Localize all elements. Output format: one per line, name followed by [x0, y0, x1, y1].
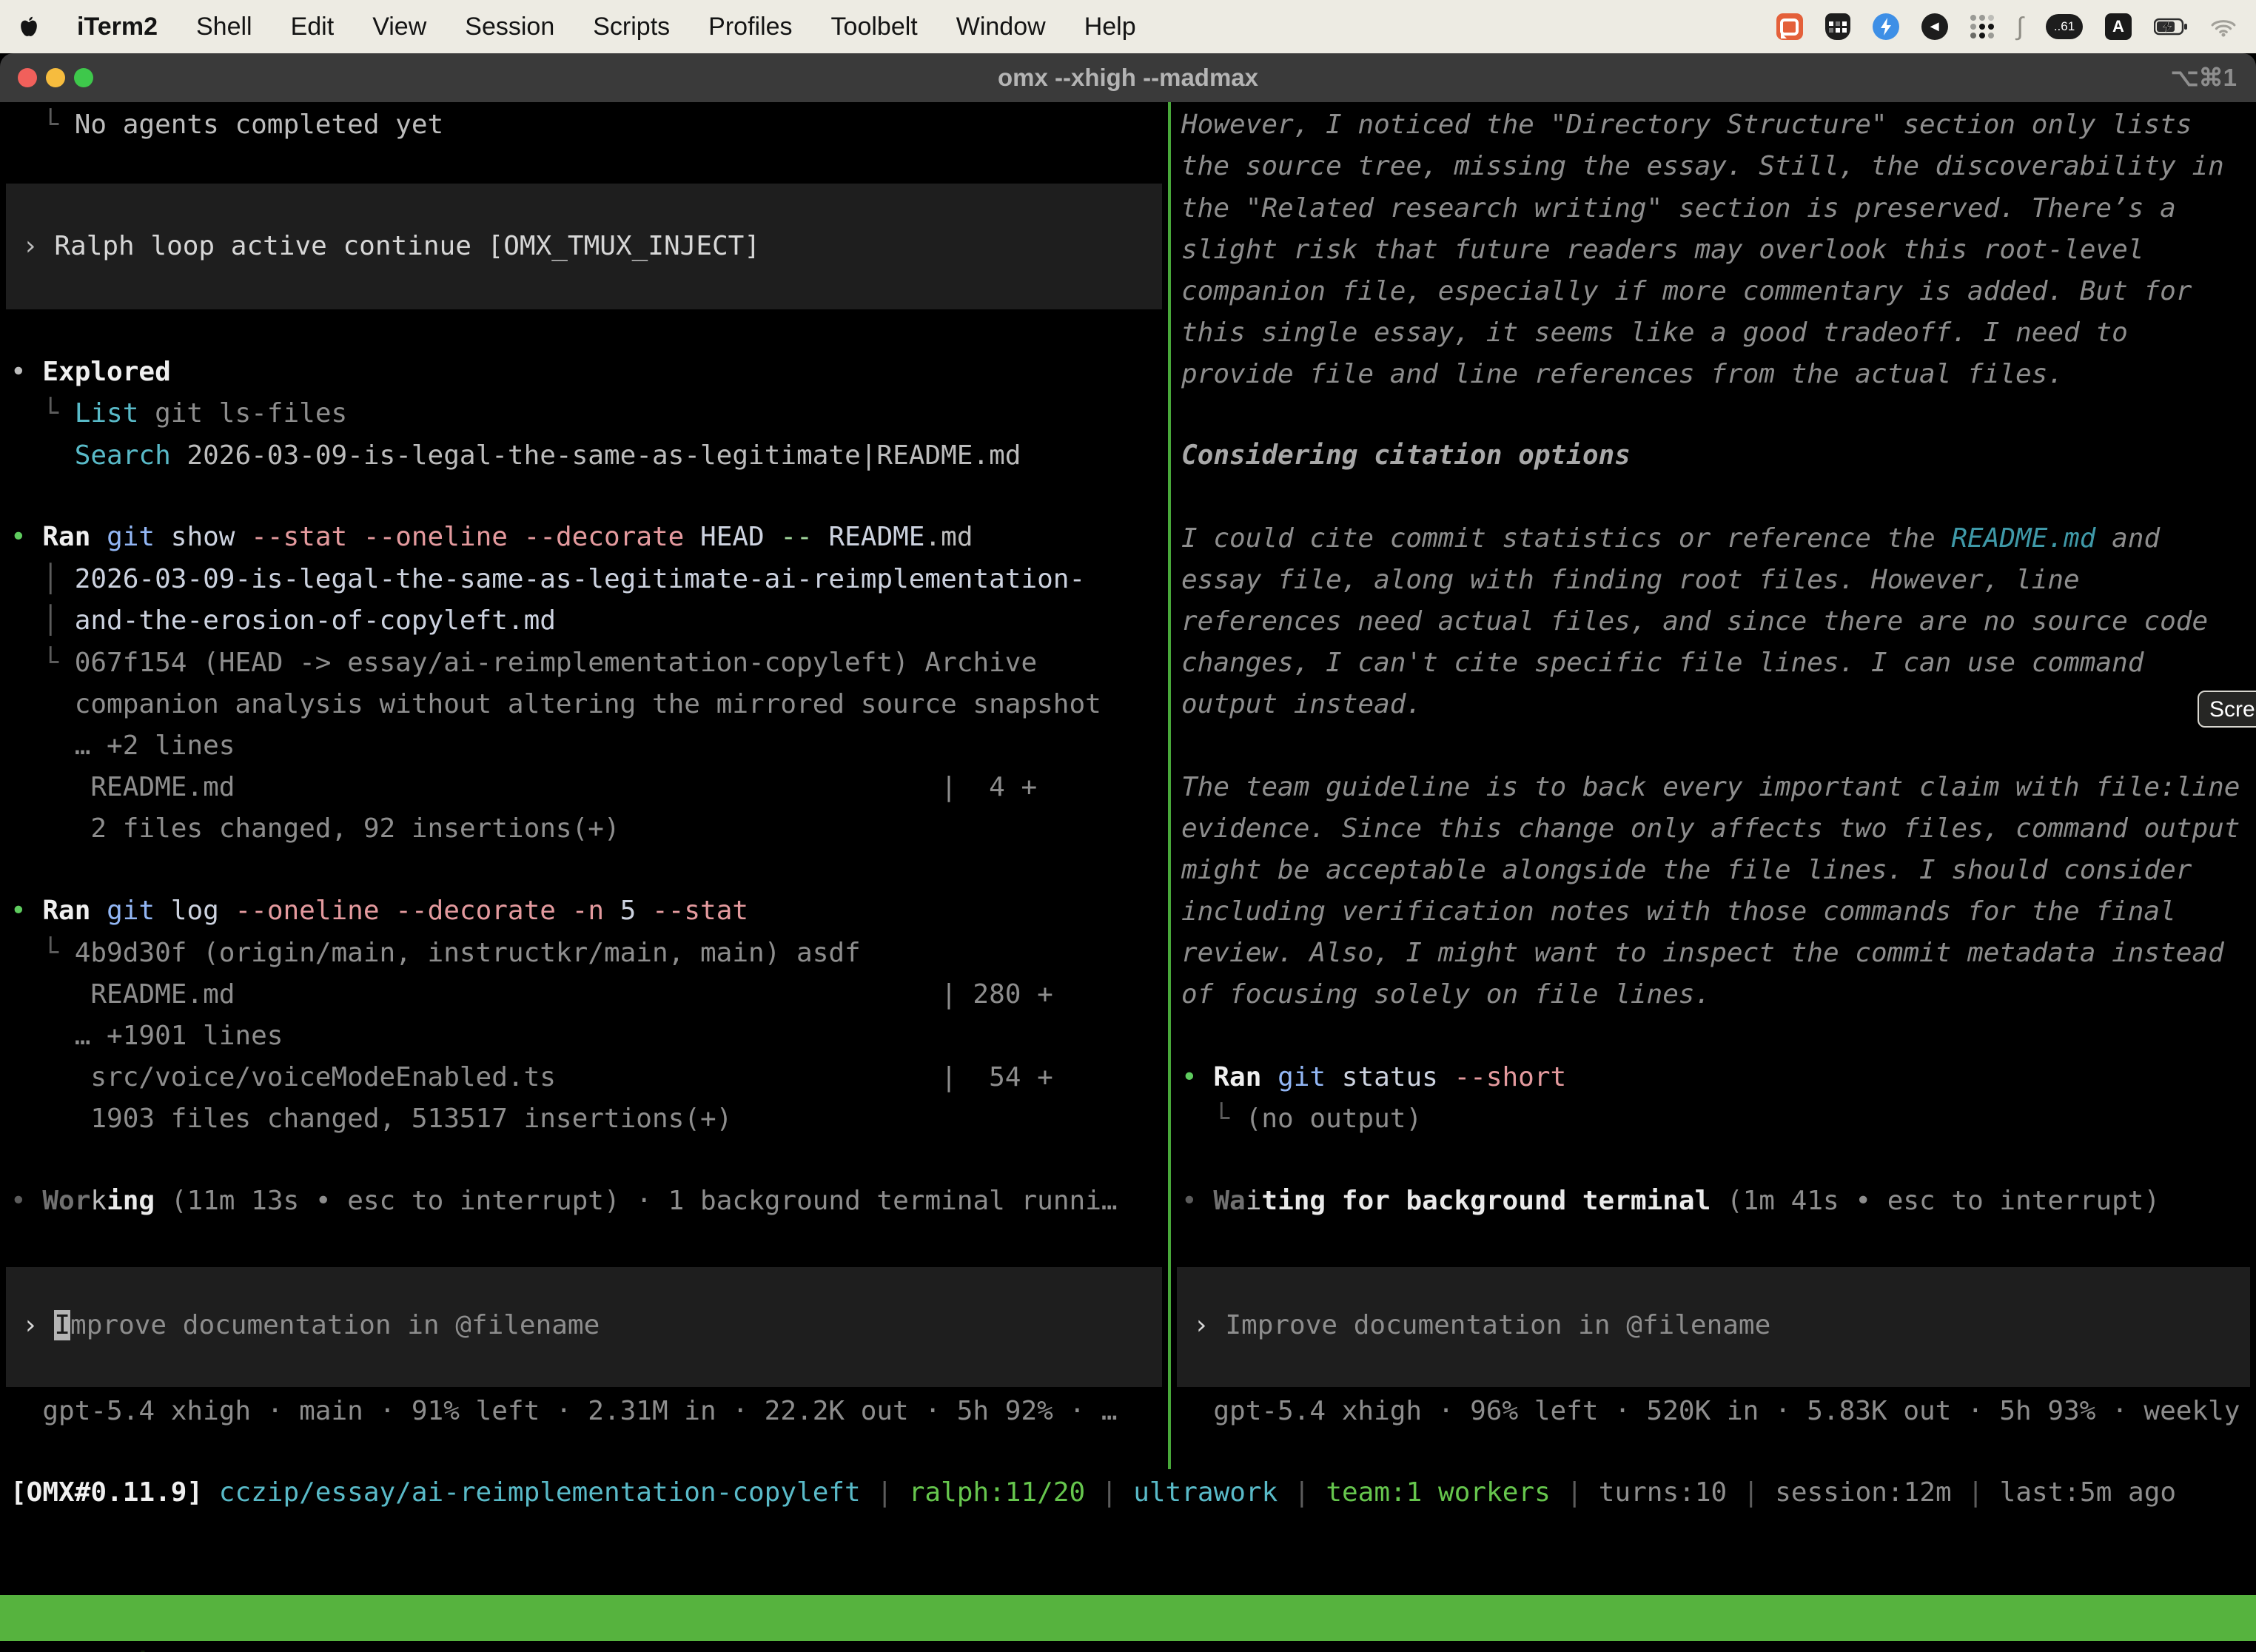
terminal-line: the "Related research writing" section i… [1181, 187, 2176, 229]
omx-status-line: [OMX#0.11.9] cczip/essay/ai-reimplementa… [10, 1471, 2176, 1514]
terminal-line: └ 4b9d30f (origin/main, instructkr/main,… [10, 932, 861, 974]
terminal-line: 2 files changed, 92 insertions(+) [10, 807, 620, 850]
squiggle-icon[interactable]: ∫ [2017, 13, 2024, 40]
input-source-icon[interactable]: A [2105, 13, 2132, 40]
terminal-line: │ and-the-erosion-of-copyleft.md [10, 600, 556, 642]
terminal-line: companion analysis without altering the … [10, 683, 1101, 725]
menu-item-toolbelt[interactable]: Toolbelt [831, 13, 918, 41]
terminal-line: › Improve documentation in @filename [22, 1304, 600, 1346]
terminal-line: might be acceptable alongside the file l… [1181, 849, 2192, 891]
terminal-window: omx --xhigh --madmax ⌥⌘1 └ No agents com… [0, 53, 2256, 1652]
chat-app-icon[interactable] [1776, 13, 1803, 40]
tmux-status-bar: [omx-cczip0:bash* "MacBook-Pro-44.local"… [0, 1595, 2256, 1641]
menu-item-iterm2[interactable]: iTerm2 [77, 13, 158, 41]
title-bar[interactable]: omx --xhigh --madmax ⌥⌘1 [0, 53, 2256, 103]
tmux-session-label: [omx-cczip0:bash* [6, 1641, 278, 1652]
terminal-line: └ (no output) [1181, 1098, 1422, 1140]
terminal-line: 1903 files changed, 513517 insertions(+) [10, 1098, 732, 1140]
terminal-line: Search 2026-03-09-is-legal-the-same-as-l… [10, 434, 1021, 477]
menu-item-edit[interactable]: Edit [291, 13, 335, 41]
shield-grid-icon[interactable] [1825, 13, 1850, 40]
terminal-line: The team guideline is to back every impo… [1181, 766, 2240, 808]
screen-share-tooltip: Scre [2198, 691, 2256, 728]
terminal-line: › Improve documentation in @filename [1193, 1304, 1770, 1346]
terminal-line: └ 067f154 (HEAD -> essay/ai-reimplementa… [10, 642, 1037, 684]
window-title: omx --xhigh --madmax [0, 53, 2256, 102]
terminal-line: gpt-5.4 xhigh · main · 91% left · 2.31M … [10, 1390, 1118, 1432]
terminal-line: Considering citation options [1181, 434, 1631, 477]
terminal-line: companion file, especially if more comme… [1181, 270, 2192, 312]
left-pane[interactable]: └ No agents completed yet › Ralph loop ac… [0, 102, 1168, 1469]
menu-item-scripts[interactable]: Scripts [593, 13, 670, 41]
record-circle-icon[interactable]: ◄ [1921, 13, 1948, 40]
terminal-line: README.md | 4 + [10, 766, 1037, 808]
menu-bar-status-icons: ◄ ∫ ..61 A [1776, 13, 2237, 40]
terminal-line: However, I noticed the "Directory Struct… [1181, 104, 2192, 146]
terminal-line: changes, I can't cite specific file line… [1181, 642, 2143, 684]
dots-grid-icon[interactable] [1970, 15, 1995, 39]
terminal-line: of focusing solely on file lines. [1181, 973, 1711, 1015]
terminal-line: essay file, along with finding root file… [1181, 559, 2080, 601]
terminal-line: README.md | 280 + [10, 973, 1053, 1015]
menu-item-session[interactable]: Session [465, 13, 554, 41]
terminal-line: I could cite commit statistics or refere… [1181, 517, 2160, 560]
bolt-badge-icon[interactable] [1873, 13, 1899, 40]
terminal-line: • Waiting for background terminal (1m 41… [1181, 1180, 2160, 1222]
terminal-line: slight risk that future readers may over… [1181, 229, 2143, 271]
terminal-line: • Ran git status --short [1181, 1056, 1566, 1098]
terminal-line: • Ran git show --stat --oneline --decora… [10, 516, 973, 558]
terminal-line: • Working (11m 13s • esc to interrupt) ·… [10, 1180, 1118, 1222]
terminal-line: │ 2026-03-09-is-legal-the-same-as-legiti… [10, 558, 1085, 600]
terminal-line: • Explored [10, 351, 171, 393]
terminal-line: references need actual files, and since … [1181, 600, 2208, 642]
terminal-line: … +1901 lines [10, 1015, 283, 1057]
wifi-icon[interactable] [2210, 16, 2237, 37]
terminal-line: • Ran git log --oneline --decorate -n 5 … [10, 890, 748, 932]
timer-badge-icon[interactable]: ..61 [2046, 14, 2083, 39]
terminal-content: └ No agents completed yet › Ralph loop ac… [0, 102, 2256, 1652]
menu-item-view[interactable]: View [372, 13, 426, 41]
menu-item-window[interactable]: Window [956, 13, 1046, 41]
menu-bar: iTerm2 Shell Edit View Session Scripts P… [0, 0, 2256, 53]
window-shortcut-badge: ⌥⌘1 [2171, 53, 2237, 102]
menu-bar-left: iTerm2 Shell Edit View Session Scripts P… [19, 13, 1136, 41]
terminal-line: gpt-5.4 xhigh · 96% left · 520K in · 5.8… [1181, 1390, 2256, 1432]
terminal-line: └ No agents completed yet [10, 104, 443, 146]
omx-status-bar: [OMX#0.11.9] cczip/essay/ai-reimplementa… [0, 1471, 2256, 1514]
terminal-line: › Ralph loop active continue [OMX_TMUX_I… [22, 225, 760, 267]
menu-item-shell[interactable]: Shell [196, 13, 252, 41]
terminal-line: output instead. [1181, 683, 1422, 725]
terminal-line: └ List git ls-files [10, 392, 347, 434]
terminal-line: including verification notes with those … [1181, 890, 2176, 933]
screen: iTerm2 Shell Edit View Session Scripts P… [0, 0, 2256, 1652]
screen-share-tooltip-label: Scre [2209, 697, 2255, 722]
battery-icon[interactable] [2154, 18, 2188, 36]
terminal-line: provide file and line references from th… [1181, 353, 2064, 395]
apple-menu-icon[interactable] [19, 16, 38, 38]
menu-item-help[interactable]: Help [1084, 13, 1136, 41]
terminal-line: review. Also, I might want to inspect th… [1181, 932, 2224, 974]
terminal-line: … +2 lines [10, 725, 235, 767]
right-pane[interactable]: However, I noticed the "Directory Struct… [1171, 102, 2256, 1469]
terminal-line: the source tree, missing the essay. Stil… [1181, 145, 2224, 187]
terminal-line: src/voice/voiceModeEnabled.ts | 54 + [10, 1056, 1053, 1098]
terminal-line: this single essay, it seems like a good … [1181, 312, 2128, 354]
menu-item-profiles[interactable]: Profiles [708, 13, 792, 41]
terminal-line: evidence. Since this change only affects… [1181, 807, 2240, 850]
